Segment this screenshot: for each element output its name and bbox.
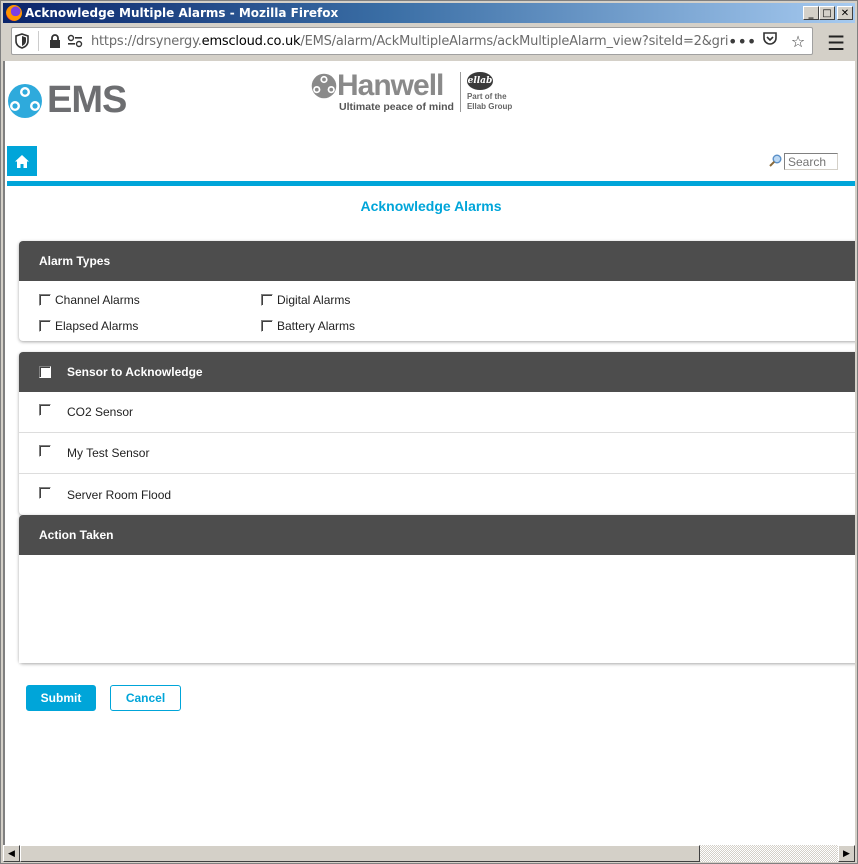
alarm-types-heading: Alarm Types	[39, 254, 111, 268]
sensor-row[interactable]: Server Room Flood	[19, 474, 855, 515]
hanwell-mark-icon	[311, 73, 337, 99]
hanwell-tagline: Ultimate peace of mind	[339, 101, 454, 113]
horizontal-scrollbar[interactable]: ◀ ▶	[3, 845, 855, 862]
alarm-type-battery[interactable]: Battery Alarms	[261, 319, 461, 333]
action-taken-heading: Action Taken	[39, 528, 114, 542]
partner-line-2: Ellab Group	[466, 102, 513, 111]
minimize-button[interactable]: _	[803, 6, 819, 20]
hanwell-logo: Hanwell Ultimate peace of mind ellab Par…	[311, 71, 512, 113]
sensor-label: My Test Sensor	[67, 446, 150, 460]
search-input[interactable]	[784, 153, 838, 170]
ems-logo-mark-icon	[7, 83, 43, 119]
ems-logo-text: EMS	[47, 79, 127, 121]
sensor-row[interactable]: CO2 Sensor	[19, 392, 855, 433]
cancel-button[interactable]: Cancel	[110, 685, 181, 711]
url-path: /EMS/alarm/AckMultipleAlarms/ackMultiple…	[300, 33, 728, 49]
scroll-right-arrow-icon[interactable]: ▶	[838, 845, 855, 862]
action-taken-textarea[interactable]	[19, 555, 855, 663]
page-viewport: EMS Hanwell Ultimate peace of mind ellab…	[3, 61, 855, 845]
hamburger-menu-icon[interactable]: ☰	[827, 31, 845, 56]
hanwell-name: Hanwell	[337, 69, 444, 102]
more-actions-icon[interactable]: •••	[728, 32, 756, 51]
ellab-seal-icon: ellab	[466, 72, 493, 90]
url-bar[interactable]: https://drsynergy.emscloud.co.uk/EMS/ala…	[11, 27, 813, 55]
checkbox[interactable]	[39, 320, 51, 332]
select-all-sensors-checkbox[interactable]	[39, 366, 51, 378]
checkbox[interactable]	[39, 294, 51, 306]
alarm-types-panel: Alarm Types Channel Alarms Digital Alarm…	[19, 241, 855, 341]
action-taken-panel: Action Taken	[19, 515, 855, 663]
submit-button[interactable]: Submit	[26, 685, 96, 711]
alarm-type-label: Elapsed Alarms	[55, 319, 139, 333]
sensor-checkbox[interactable]	[39, 404, 51, 416]
url-prefix: https://drsynergy.	[91, 33, 202, 49]
alarm-type-label: Channel Alarms	[55, 293, 140, 307]
sensor-checkbox[interactable]	[39, 445, 51, 457]
scroll-left-arrow-icon[interactable]: ◀	[3, 845, 20, 862]
sensor-label: CO2 Sensor	[67, 405, 134, 419]
window-title: Acknowledge Multiple Alarms - Mozilla Fi…	[25, 6, 339, 20]
maximize-button[interactable]: □	[819, 6, 835, 20]
home-button[interactable]	[7, 146, 37, 176]
alarm-type-channel[interactable]: Channel Alarms	[39, 293, 261, 307]
firefox-icon	[6, 5, 22, 21]
url-text[interactable]: https://drsynergy.emscloud.co.uk/EMS/ala…	[91, 34, 728, 49]
scrollbar-thumb[interactable]	[20, 845, 700, 862]
alarm-type-label: Digital Alarms	[277, 293, 351, 307]
pocket-icon[interactable]	[756, 31, 784, 51]
browser-window: Acknowledge Multiple Alarms - Mozilla Fi…	[0, 0, 858, 864]
sensors-header: Sensor to Acknowledge	[19, 352, 855, 392]
close-button[interactable]: ✕	[837, 6, 853, 20]
checkbox[interactable]	[261, 294, 273, 306]
page-title: Acknowledge Alarms	[360, 198, 502, 214]
lock-icon[interactable]	[45, 31, 65, 51]
search-icon[interactable]	[769, 154, 782, 170]
url-domain: emscloud.co.uk	[201, 33, 301, 49]
header-accent-bar	[7, 181, 855, 186]
alarm-type-digital[interactable]: Digital Alarms	[261, 293, 461, 307]
sensors-heading: Sensor to Acknowledge	[67, 365, 203, 379]
navigation-toolbar: https://drsynergy.emscloud.co.uk/EMS/ala…	[3, 23, 855, 61]
alarm-types-header: Alarm Types	[19, 241, 855, 281]
alarm-type-elapsed[interactable]: Elapsed Alarms	[39, 319, 261, 333]
title-bar: Acknowledge Multiple Alarms - Mozilla Fi…	[3, 3, 855, 23]
alarm-types-options: Channel Alarms Digital Alarms Elapsed Al…	[19, 281, 855, 341]
alarm-type-label: Battery Alarms	[277, 319, 356, 333]
home-icon	[15, 154, 29, 168]
shield-icon[interactable]	[12, 31, 32, 51]
checkbox[interactable]	[261, 320, 273, 332]
logo-divider	[459, 72, 461, 112]
search-box	[769, 153, 838, 170]
ems-logo[interactable]: EMS	[7, 79, 127, 122]
sensors-panel: Sensor to Acknowledge CO2 Sensor My Test…	[19, 352, 855, 515]
bookmark-star-icon[interactable]: ☆	[784, 32, 812, 51]
partner-line-1: Part of the	[466, 92, 507, 101]
action-taken-header: Action Taken	[19, 515, 855, 555]
sensor-label: Server Room Flood	[67, 487, 172, 502]
divider	[38, 31, 39, 51]
sensor-row[interactable]: My Test Sensor	[19, 433, 855, 474]
sensor-checkbox[interactable]	[39, 486, 51, 499]
permissions-icon[interactable]	[65, 31, 85, 51]
